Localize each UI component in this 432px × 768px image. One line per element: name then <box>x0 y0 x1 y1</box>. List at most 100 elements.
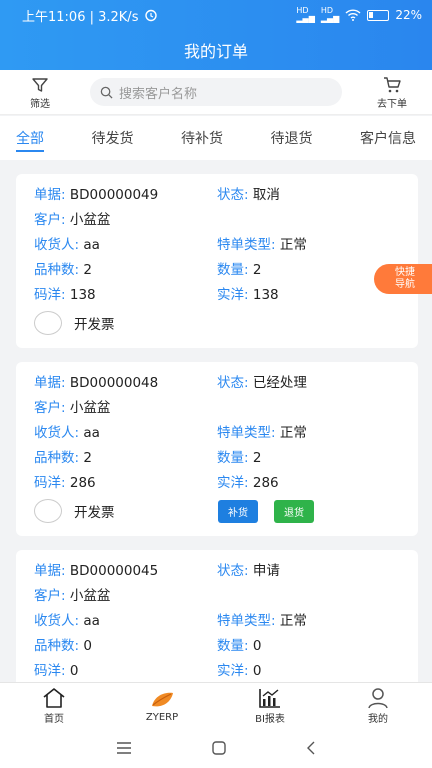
filter-label: 筛选 <box>30 98 50 110</box>
filter-button[interactable]: 筛选 <box>0 75 80 110</box>
customer-key: 客户: <box>34 587 66 604</box>
search-icon <box>100 86 113 99</box>
type-value: 正常 <box>279 424 307 441</box>
home-icon <box>43 688 65 708</box>
type-key: 特单类型: <box>217 236 276 253</box>
customer-value: 小盆盆 <box>69 399 111 416</box>
nav-bi-label: BI报表 <box>255 714 285 725</box>
nav-home[interactable]: 首页 <box>0 683 108 728</box>
restock-button[interactable]: 补货 <box>218 499 258 523</box>
code-price-value: 0 <box>69 662 79 679</box>
qty-key: 数量: <box>217 449 249 466</box>
quick-nav-line2: 导航 <box>395 279 415 290</box>
menu-icon[interactable] <box>116 742 132 754</box>
varieties-value: 2 <box>83 449 92 466</box>
status-value: 已经处理 <box>252 374 307 391</box>
real-price-key: 实洋: <box>217 662 249 679</box>
status-value: 取消 <box>252 186 280 203</box>
status-key: 状态: <box>217 562 249 579</box>
receiver-key: 收货人: <box>34 424 80 441</box>
varieties-value: 2 <box>83 261 92 278</box>
order-list: 单据: BD00000049 状态: 取消 客户: 小盆盆 收货人: aa 特单… <box>0 160 432 682</box>
doc-key: 单据: <box>34 186 66 203</box>
nav-zyerp-label: ZYERP <box>145 712 179 723</box>
qty-key: 数量: <box>217 637 249 654</box>
nav-mine-label: 我的 <box>368 714 388 725</box>
nav-mine[interactable]: 我的 <box>324 683 432 728</box>
varieties-key: 品种数: <box>34 449 80 466</box>
receiver-value: aa <box>83 424 100 441</box>
bottom-nav: 首页 ZYERP BI报表 我的 <box>0 682 432 728</box>
back-icon[interactable] <box>306 741 316 755</box>
search-placeholder: 搜索客户名称 <box>119 86 198 102</box>
real-price-value: 0 <box>252 662 262 679</box>
battery-icon <box>367 9 390 21</box>
varieties-key: 品种数: <box>34 637 80 654</box>
real-price-value: 286 <box>252 474 279 491</box>
signal-icon-2: HD ▂▄▆ <box>320 6 340 23</box>
nav-zyerp[interactable]: ZYERP <box>108 683 216 728</box>
receiver-value: aa <box>83 612 100 629</box>
return-button[interactable]: 退货 <box>274 499 314 523</box>
status-time: 上午11:06 | 3.2K/s <box>22 9 139 25</box>
doc-number: BD00000048 <box>69 374 159 391</box>
battery-level: 22% <box>395 8 422 22</box>
funnel-icon <box>32 77 48 92</box>
doc-key: 单据: <box>34 562 66 579</box>
real-price-key: 实洋: <box>217 474 249 491</box>
nav-home-label: 首页 <box>44 714 64 725</box>
order-card[interactable]: 单据: BD00000049 状态: 取消 客户: 小盆盆 收货人: aa 特单… <box>16 174 418 348</box>
person-icon <box>368 688 388 709</box>
page-title: 我的订单 <box>183 42 248 61</box>
search-input[interactable]: 搜索客户名称 <box>90 78 342 106</box>
customer-value: 小盆盆 <box>69 587 111 604</box>
invoice-radio[interactable] <box>34 499 62 523</box>
order-card[interactable]: 单据: BD00000048 状态: 已经处理 客户: 小盆盆 收货人: aa … <box>16 362 418 536</box>
code-price-key: 码洋: <box>34 474 66 491</box>
home-square-icon[interactable] <box>212 741 226 755</box>
receiver-key: 收货人: <box>34 612 80 629</box>
status-key: 状态: <box>217 186 249 203</box>
code-price-key: 码洋: <box>34 662 66 679</box>
order-card[interactable]: 单据: BD00000045 状态: 申请 客户: 小盆盆 收货人: aa 特单… <box>16 550 418 682</box>
status-value: 申请 <box>252 562 280 579</box>
tab-pending-shipment[interactable]: 待发货 <box>92 116 134 160</box>
status-bar: 上午11:06 | 3.2K/s HD ▂▄▆ HD ▂▄▆ 22% <box>0 0 432 30</box>
code-price-value: 138 <box>69 286 96 303</box>
qty-value: 0 <box>252 637 262 654</box>
nav-bi-report[interactable]: BI报表 <box>216 683 324 728</box>
customer-key: 客户: <box>34 399 66 416</box>
tab-all[interactable]: 全部 <box>16 116 44 160</box>
varieties-value: 0 <box>83 637 92 654</box>
receiver-key: 收货人: <box>34 236 80 253</box>
qty-key: 数量: <box>217 261 249 278</box>
quick-nav-button[interactable]: 快捷 导航 <box>374 264 432 294</box>
type-key: 特单类型: <box>217 424 276 441</box>
real-price-value: 138 <box>252 286 279 303</box>
doc-number: BD00000049 <box>69 186 159 203</box>
tab-pending-return[interactable]: 待退货 <box>271 116 313 160</box>
tab-pending-restock[interactable]: 待补货 <box>181 116 223 160</box>
toolbar: 筛选 搜索客户名称 去下单 <box>0 70 432 115</box>
app-header: 上午11:06 | 3.2K/s HD ▂▄▆ HD ▂▄▆ 22% 我的订单 <box>0 0 432 70</box>
type-key: 特单类型: <box>217 612 276 629</box>
quick-nav-line1: 快捷 <box>395 267 415 278</box>
varieties-key: 品种数: <box>34 261 80 278</box>
customer-key: 客户: <box>34 211 66 228</box>
real-price-key: 实洋: <box>217 286 249 303</box>
type-value: 正常 <box>279 236 307 253</box>
alarm-icon <box>145 9 158 22</box>
doc-key: 单据: <box>34 374 66 391</box>
qty-value: 2 <box>252 449 262 466</box>
invoice-radio[interactable] <box>34 311 62 335</box>
cart-button[interactable]: 去下单 <box>352 75 432 110</box>
tab-customer-info[interactable]: 客户信息 <box>360 116 416 160</box>
qty-value: 2 <box>252 261 262 278</box>
customer-value: 小盆盆 <box>69 211 111 228</box>
type-value: 正常 <box>279 612 307 629</box>
tab-bar: 全部 待发货 待补货 待退货 客户信息 <box>0 116 432 160</box>
doc-number: BD00000045 <box>69 562 159 579</box>
wifi-icon <box>345 9 361 21</box>
invoice-label: 开发票 <box>74 317 115 333</box>
receiver-value: aa <box>83 236 100 253</box>
